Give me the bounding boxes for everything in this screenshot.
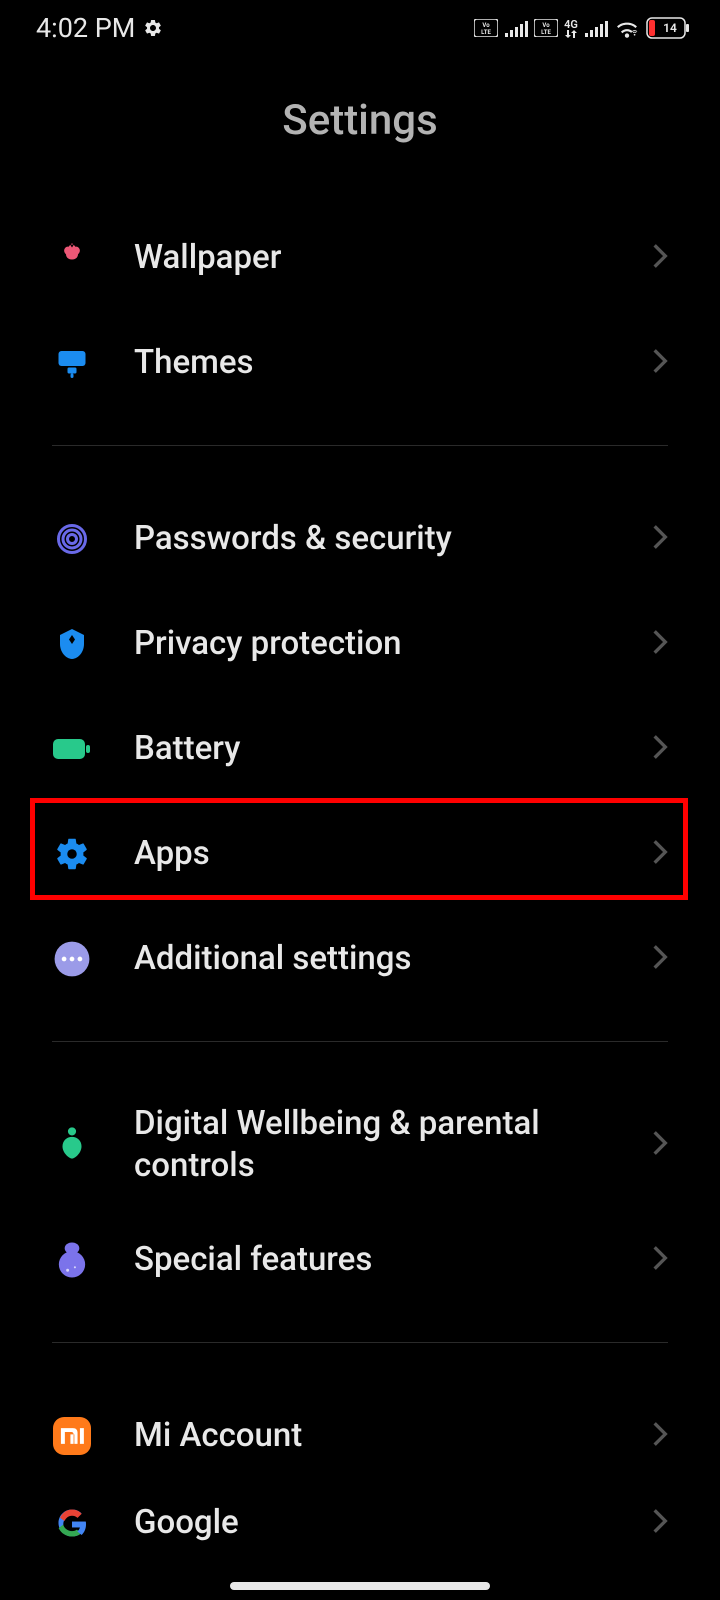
item-label: Themes [134,342,610,383]
chevron-right-icon [652,1507,668,1539]
settings-list: Wallpaper Themes Passwords & security Pr… [0,205,720,1558]
status-time: 4:02 PM [36,12,135,44]
settings-status-icon [143,18,163,38]
shield-icon [52,624,92,664]
status-right: VoLTE VoLTE 4G 14 [474,17,690,39]
chevron-right-icon [652,1129,668,1161]
settings-item-special-features[interactable]: Special features [52,1207,668,1312]
settings-item-apps[interactable]: Apps [52,801,668,906]
wellbeing-icon [52,1125,92,1165]
settings-item-passwords-security[interactable]: Passwords & security [52,486,668,591]
battery-icon: 14 [646,17,690,39]
item-label: Special features [134,1239,610,1280]
divider [52,1342,668,1343]
wallpaper-icon [52,238,92,278]
chevron-right-icon [652,1420,668,1452]
chevron-right-icon [652,943,668,975]
settings-item-mi-account[interactable]: Mi Account [52,1383,668,1488]
item-label: Privacy protection [134,623,610,664]
settings-item-privacy-protection[interactable]: Privacy protection [52,591,668,696]
signal-icon-2 [584,19,608,37]
signal-icon-1 [504,19,528,37]
status-left: 4:02 PM [36,12,163,44]
item-label: Digital Wellbeing & parental controls [134,1103,610,1186]
mi-icon [52,1416,92,1456]
svg-text:LTE: LTE [541,29,551,36]
network-4g-icon: 4G [564,19,578,38]
item-label: Passwords & security [134,518,610,559]
page-title: Settings [0,96,720,145]
item-label: Google [134,1502,610,1543]
settings-item-digital-wellbeing[interactable]: Digital Wellbeing & parental controls [52,1082,668,1207]
chevron-right-icon [652,838,668,870]
svg-text:14: 14 [663,21,677,35]
chevron-right-icon [652,628,668,660]
settings-item-google[interactable]: Google [52,1488,668,1558]
chevron-right-icon [652,733,668,765]
svg-text:Vo: Vo [542,22,550,29]
chevron-right-icon [652,242,668,274]
item-label: Battery [134,728,610,769]
more-icon [52,939,92,979]
svg-text:LTE: LTE [481,29,491,36]
themes-icon [52,343,92,383]
settings-item-wallpaper[interactable]: Wallpaper [52,205,668,310]
volte-icon-2: VoLTE [534,19,558,37]
apps-gear-icon [52,834,92,874]
chevron-right-icon [652,347,668,379]
volte-icon-1: VoLTE [474,19,498,37]
settings-item-additional-settings[interactable]: Additional settings [52,906,668,1011]
item-label: Wallpaper [134,237,610,278]
item-label: Apps [134,833,610,874]
gesture-bar[interactable] [230,1582,490,1590]
battery-icon [52,729,92,769]
svg-text:Vo: Vo [482,22,490,29]
chevron-right-icon [652,523,668,555]
fingerprint-icon [52,519,92,559]
settings-item-battery[interactable]: Battery [52,696,668,801]
divider [52,445,668,446]
status-bar: 4:02 PM VoLTE VoLTE 4G 14 [0,0,720,56]
special-features-icon [52,1240,92,1280]
item-label: Additional settings [134,938,610,979]
google-icon [52,1503,92,1543]
wifi-icon [614,18,640,38]
settings-item-themes[interactable]: Themes [52,310,668,415]
item-label: Mi Account [134,1415,610,1456]
chevron-right-icon [652,1244,668,1276]
divider [52,1041,668,1042]
